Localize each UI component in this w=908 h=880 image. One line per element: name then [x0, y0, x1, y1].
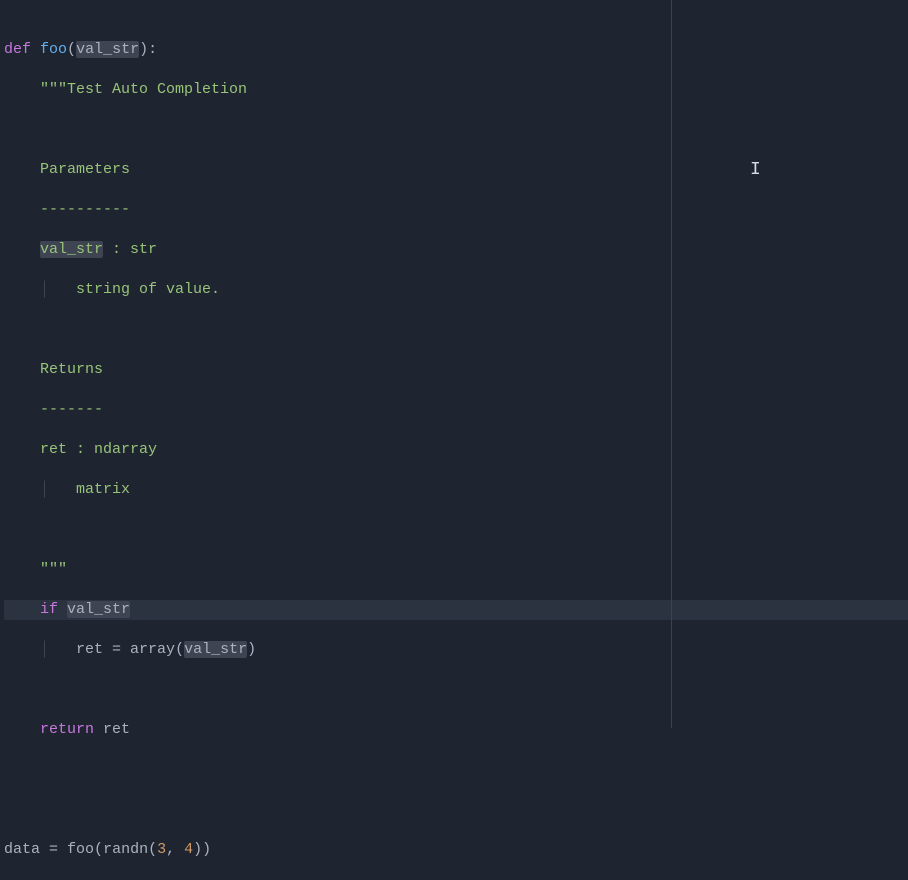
docstring: string of value.: [76, 281, 220, 298]
punct: ): [247, 641, 256, 658]
docstring: matrix: [76, 481, 130, 498]
space: [94, 721, 103, 738]
indent: [4, 601, 40, 618]
number-literal: 3: [157, 841, 166, 858]
punct: (: [148, 841, 157, 858]
function-call: foo: [67, 841, 94, 858]
code-line[interactable]: """: [4, 560, 908, 580]
indent-guide: │: [4, 481, 76, 498]
docstring: Parameters: [40, 161, 130, 178]
punct: )): [193, 841, 211, 858]
docstring: : str: [103, 241, 157, 258]
indent: [4, 241, 40, 258]
code-line[interactable]: [4, 520, 908, 540]
parameter-highlighted: val_str: [76, 41, 139, 58]
code-line[interactable]: │ matrix: [4, 480, 908, 500]
editor-ruler: [671, 0, 672, 728]
indent: [4, 721, 40, 738]
code-line[interactable]: val_str : str: [4, 240, 908, 260]
function-call: randn: [103, 841, 148, 858]
code-line[interactable]: Parameters: [4, 160, 908, 180]
code-line[interactable]: [4, 320, 908, 340]
space: [58, 601, 67, 618]
code-line[interactable]: ret : ndarray: [4, 440, 908, 460]
function-call: array: [130, 641, 175, 658]
indent: [4, 161, 40, 178]
code-line[interactable]: │ ret = array(val_str): [4, 640, 908, 660]
docstring: ret : ndarray: [40, 441, 157, 458]
function-name: foo: [40, 41, 67, 58]
operator: =: [112, 641, 130, 658]
indent: [4, 361, 40, 378]
docstring: """Test Auto Completion: [40, 81, 247, 98]
code-line[interactable]: data = foo(randn(3, 4)): [4, 840, 908, 860]
code-editor[interactable]: def foo(val_str): """Test Auto Completio…: [0, 0, 908, 728]
code-line-current[interactable]: if val_str: [4, 600, 908, 620]
indent-guide: │: [4, 641, 76, 658]
keyword-if: if: [40, 601, 58, 618]
indent: [4, 561, 40, 578]
keyword-def: def: [4, 41, 31, 58]
identifier: data: [4, 841, 49, 858]
identifier-highlighted: val_str: [67, 601, 130, 618]
code-line[interactable]: ----------: [4, 200, 908, 220]
code-line[interactable]: def foo(val_str):: [4, 40, 908, 60]
punct: (: [67, 41, 76, 58]
code-line[interactable]: [4, 680, 908, 700]
indent: [4, 201, 40, 218]
number-literal: 4: [184, 841, 193, 858]
code-line[interactable]: -------: [4, 400, 908, 420]
identifier: ret: [76, 641, 112, 658]
identifier-highlighted: val_str: [184, 641, 247, 658]
code-line[interactable]: Returns: [4, 360, 908, 380]
operator: =: [49, 841, 67, 858]
code-line[interactable]: [4, 120, 908, 140]
punct: ):: [139, 41, 157, 58]
indent-guide: │: [4, 281, 76, 298]
docstring: ----------: [40, 201, 130, 218]
docstring-var-highlighted: val_str: [40, 241, 103, 258]
docstring: """: [40, 561, 67, 578]
indent: [4, 81, 40, 98]
docstring: Returns: [40, 361, 103, 378]
keyword-return: return: [40, 721, 94, 738]
code-line[interactable]: """Test Auto Completion: [4, 80, 908, 100]
code-line[interactable]: [4, 760, 908, 780]
code-line[interactable]: │ string of value.: [4, 280, 908, 300]
indent: [4, 401, 40, 418]
punct: ,: [166, 841, 184, 858]
code-line[interactable]: return ret: [4, 720, 908, 740]
identifier: ret: [103, 721, 130, 738]
punct: (: [175, 641, 184, 658]
indent: [4, 441, 40, 458]
docstring: -------: [40, 401, 103, 418]
code-line[interactable]: [4, 800, 908, 820]
text-cursor-icon: I: [750, 160, 759, 178]
punct: (: [94, 841, 103, 858]
code-content[interactable]: def foo(val_str): """Test Auto Completio…: [0, 0, 908, 880]
